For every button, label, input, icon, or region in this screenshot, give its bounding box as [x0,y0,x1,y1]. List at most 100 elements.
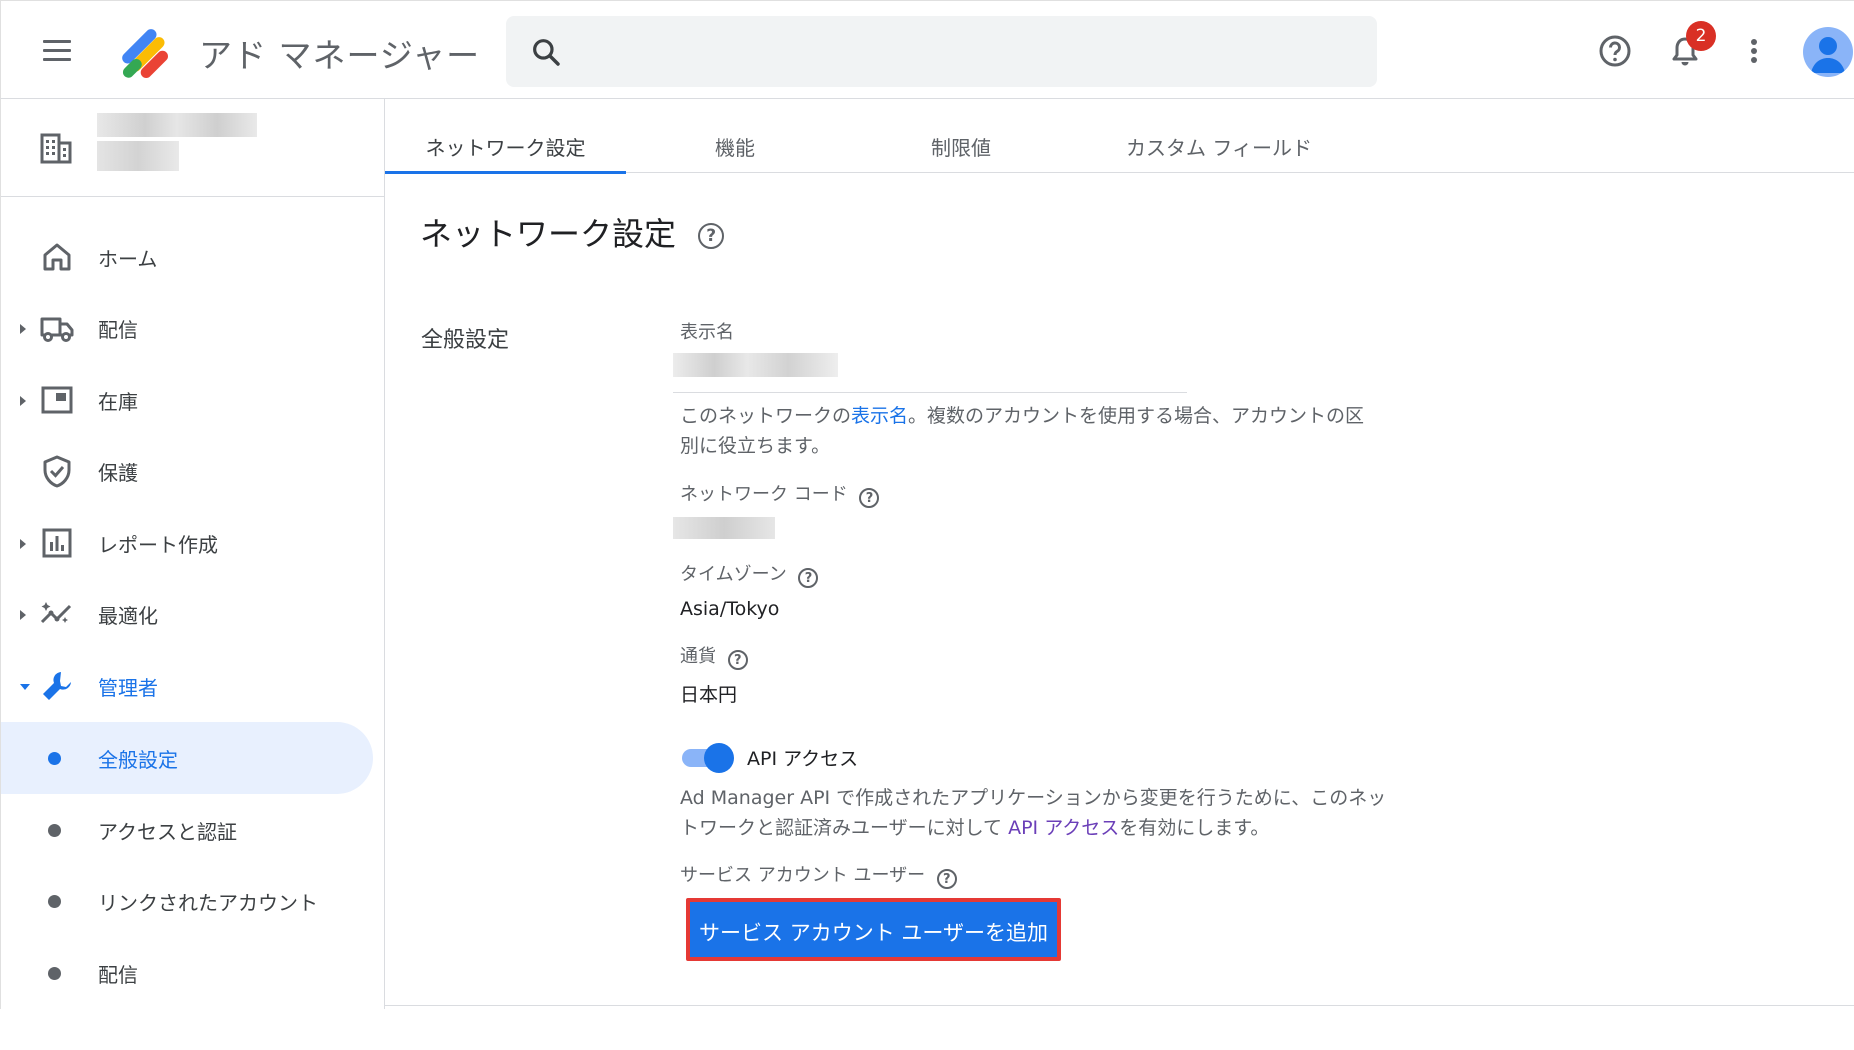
app-window: アド マネージャー 2 ホーム 配信 在庫 保護 レポート作成 最適化 管理者 … [0,0,1854,1050]
sidebar-subitem-general-settings[interactable]: 全般設定 [1,722,373,794]
tab-label: カスタム フィールド [1126,136,1312,160]
sidebar-subitem-label: アクセスと認証 [98,820,237,844]
network-code-label-text: ネットワーク コード [680,484,848,505]
help-icon[interactable]: ? [859,488,880,508]
sidebar-subitem-label: 配信 [98,963,138,987]
timezone-label: タイムゾーン ? [680,560,819,588]
api-access-link[interactable]: API アクセス [1008,817,1119,839]
network-selector[interactable] [1,99,385,197]
search-icon [533,39,560,66]
redacted-network-code [673,517,775,539]
sidebar-item-inventory[interactable]: 在庫 [1,365,385,435]
sidebar-item-label: 管理者 [98,676,158,700]
account-avatar[interactable] [1803,27,1853,77]
bullet-dot [48,752,61,765]
display-name-link[interactable]: 表示名 [851,405,908,427]
expand-caret-icon [20,610,26,620]
tab-network-settings[interactable]: ネットワーク設定 [385,99,626,174]
more-vert-icon[interactable] [1734,31,1774,71]
sidebar-item-label: レポート作成 [98,533,218,557]
sidebar-item-delivery[interactable]: 配信 [1,293,385,363]
redacted-network-name [97,113,257,137]
ad-manager-logo-icon [122,29,168,78]
home-icon [43,243,71,271]
desc-text: を有効にします。 [1119,817,1270,839]
currency-value: 日本円 [680,684,738,706]
desc-text: トワークと認証済みユーザーに対して [680,817,1009,839]
app-title: アド マネージャー [199,36,481,75]
currency-label-text: 通貨 [680,646,716,667]
sidebar-item-home[interactable]: ホーム [1,222,385,292]
menu-icon[interactable] [37,31,77,71]
desc-text: このネットワークの [680,405,852,427]
network-code-label: ネットワーク コード ? [680,480,880,508]
sidebar-item-label: 在庫 [98,390,138,414]
expand-caret-icon [20,539,26,549]
help-icon[interactable]: ? [698,223,725,249]
currency-label: 通貨 ? [680,642,748,670]
bullet-dot [48,824,61,837]
display-name-label: 表示名 [680,322,734,343]
sidebar-subitem-access-auth[interactable]: アクセスと認証 [1,794,373,866]
help-icon[interactable]: ? [798,568,819,588]
help-icon[interactable]: ? [727,650,748,670]
active-tab-indicator [385,171,626,174]
tab-custom-fields[interactable]: カスタム フィールド [1078,99,1360,173]
desc-text: 。複数のアカウントを使用する場合、アカウントの区 [908,405,1365,427]
service-account-label: サービス アカウント ユーザー ? [680,861,957,889]
add-service-account-user-button[interactable]: サービス アカウント ユーザーを追加 [686,898,1061,961]
help-icon[interactable]: ? [936,869,957,889]
wrench-icon [43,672,71,700]
sidebar-subitem-linked-accounts[interactable]: リンクされたアカウント [1,865,373,937]
sidebar-item-label: 保護 [98,461,138,485]
page-title: ネットワーク設定 ? [420,209,725,255]
tab-limits[interactable]: 制限値 [844,99,1078,173]
bullet-dot [48,967,61,980]
bullet-dot [48,895,61,908]
expand-caret-icon [20,396,26,406]
api-access-toggle[interactable] [680,743,734,773]
main-content: ネットワーク設定 機能 制限値 カスタム フィールド ネットワーク設定 ? 全般… [385,99,1854,1009]
sidebar-item-label: 最適化 [98,604,158,628]
shield-check-icon [43,455,71,488]
service-account-label-text: サービス アカウント ユーザー [680,865,926,886]
truck-icon [40,317,74,342]
timezone-value: Asia/Tokyo [680,598,780,620]
search-input[interactable] [586,30,1346,72]
display-name-description: このネットワークの表示名。複数のアカウントを使用する場合、アカウントの区 別に役… [680,401,1420,461]
section-label: 全般設定 [421,328,510,353]
inventory-screen-icon [41,386,73,414]
timezone-label-text: タイムゾーン [680,564,787,585]
sidebar-item-optimization[interactable]: 最適化 [1,579,385,649]
notification-count-badge: 2 [1686,21,1716,51]
page-title-text: ネットワーク設定 [420,215,677,253]
collapse-caret-icon [20,684,30,690]
tab-label: 機能 [715,136,755,160]
sidebar-subitem-delivery[interactable]: 配信 [1,937,373,1009]
desc-text: 別に役立ちます。 [680,435,831,457]
redacted-display-name[interactable] [673,353,838,377]
desc-text: Ad Manager API で作成されたアプリケーションから変更を行うために、… [680,787,1387,809]
sidebar-item-reporting[interactable]: レポート作成 [1,508,385,578]
redacted-network-id [97,141,179,171]
settings-tabs: ネットワーク設定 機能 制限値 カスタム フィールド [385,99,1854,174]
display-name-field-underline [673,392,1187,393]
help-icon[interactable] [1595,31,1635,71]
search-bar[interactable] [506,16,1377,87]
sidebar-subitem-label: リンクされたアカウント [98,891,318,915]
sidebar-item-protection[interactable]: 保護 [1,436,385,506]
api-access-description: Ad Manager API で作成されたアプリケーションから変更を行うために、… [680,783,1440,843]
tab-features[interactable]: 機能 [626,99,844,173]
tab-label: ネットワーク設定 [425,136,586,160]
api-access-toggle-label: API アクセス [747,748,859,770]
content-bottom-divider [385,1005,1854,1006]
expand-caret-icon [20,324,26,334]
tab-label: 制限値 [931,136,991,160]
add-service-account-user-button-label: サービス アカウント ユーザーを追加 [699,921,1048,945]
person-icon [1811,37,1845,73]
toggle-knob [704,743,734,773]
sidebar: ホーム 配信 在庫 保護 レポート作成 最適化 管理者 全般設定 アクセスと認証… [0,99,385,1009]
sidebar-item-label: 配信 [98,318,138,342]
building-icon [40,133,72,164]
sidebar-item-admin[interactable]: 管理者 [1,651,385,721]
